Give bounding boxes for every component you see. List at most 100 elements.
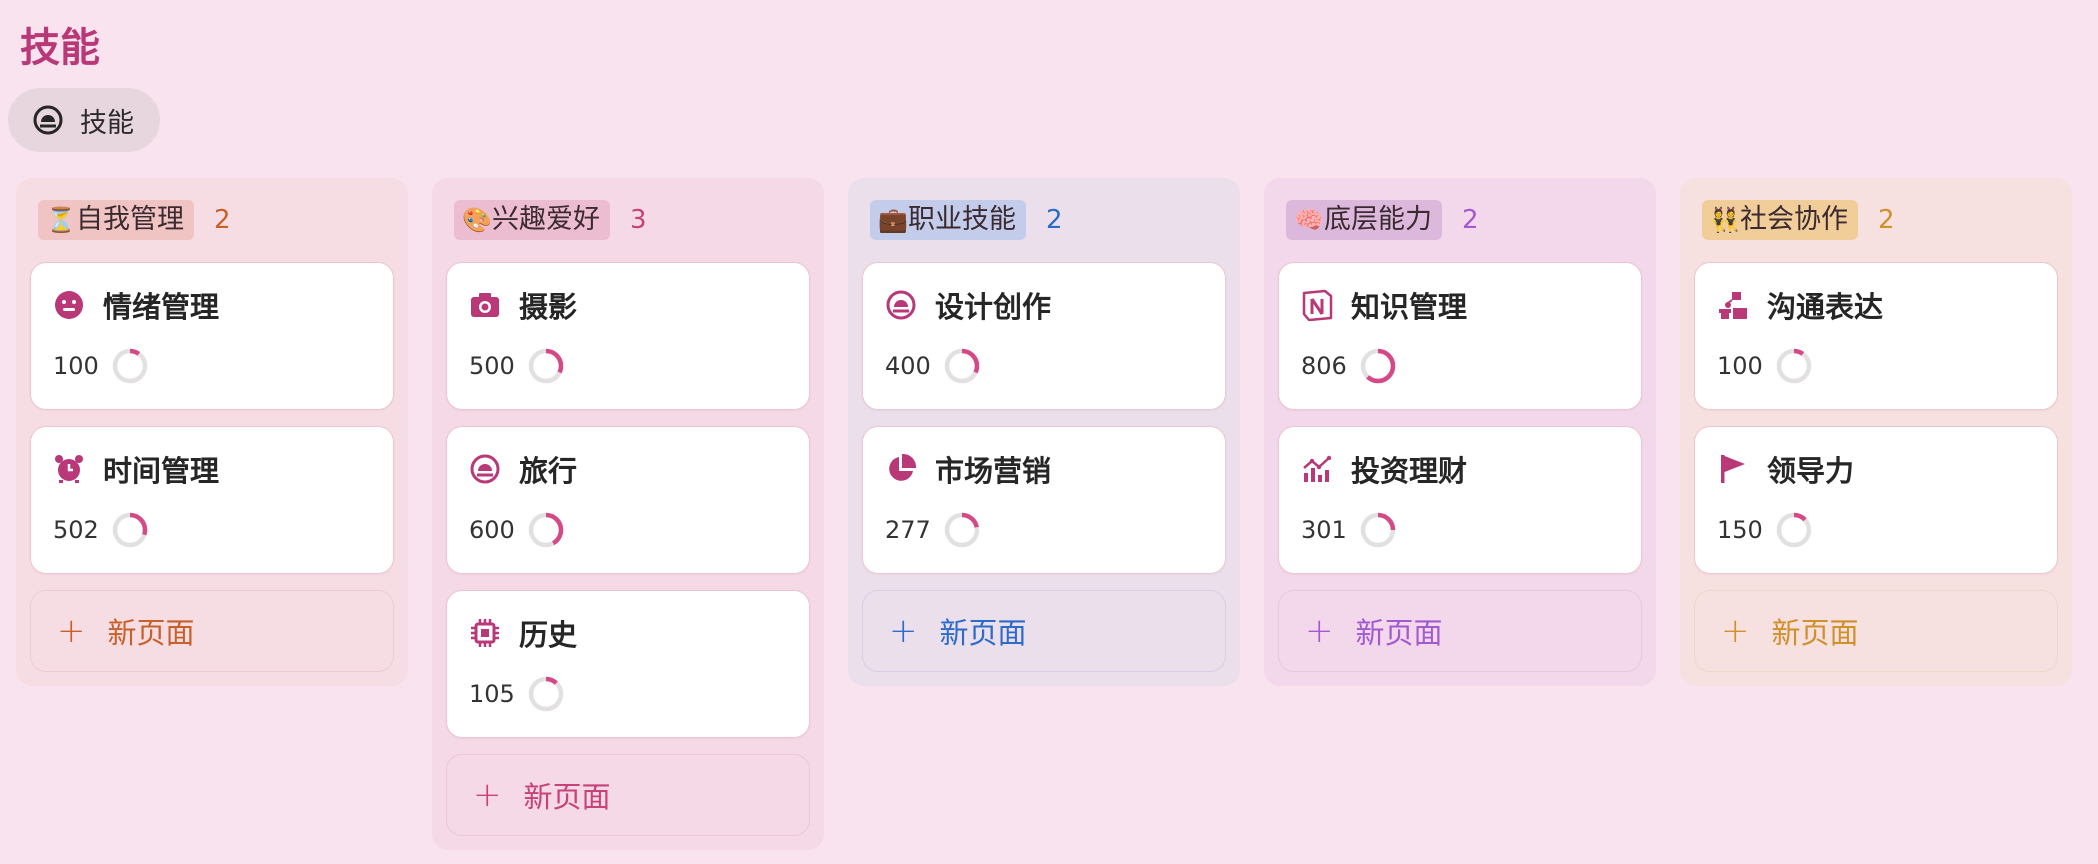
flag-icon (1721, 455, 1745, 483)
new-page-label: 新页面 (523, 780, 611, 814)
notion-logo-icon (1302, 289, 1333, 321)
card-value: 502 (53, 516, 99, 544)
podium-communication-icon (1719, 292, 1747, 319)
view-tab-label: 技能 (80, 107, 134, 139)
new-page-button[interactable]: + 新页面 (1694, 590, 2058, 672)
column-emoji: 🎨 (462, 206, 492, 234)
card-title-row: 时间管理 (53, 449, 369, 489)
alarm-clock-icon (55, 455, 83, 483)
card-title: 沟通表达 (1767, 290, 1884, 324)
progress-ring (1360, 348, 1396, 384)
card-title: 时间管理 (103, 454, 220, 488)
card-value: 500 (469, 352, 515, 380)
card-title-row: 市场营销 (885, 449, 1201, 489)
skill-card[interactable]: 市场营销 277 (862, 426, 1226, 574)
card-value-row: 100 (1717, 347, 2033, 385)
card-value-row: 105 (469, 675, 785, 713)
column-tag[interactable]: ⏳ 自我管理 (38, 200, 194, 240)
new-page-button[interactable]: + 新页面 (446, 754, 810, 836)
progress-ring (528, 512, 564, 548)
column-count: 2 (214, 205, 231, 235)
column-emoji: 🧠 (1294, 206, 1324, 234)
board-column-3: 💼 职业技能 2 设计创作 400 市场营销 277 + 新页面 (848, 178, 1240, 686)
card-value: 150 (1717, 516, 1763, 544)
column-header[interactable]: 🎨 兴趣爱好 3 (446, 178, 810, 262)
card-title-row: 领导力 (1717, 449, 2033, 489)
new-page-label: 新页面 (1355, 616, 1443, 650)
card-title-row: 情绪管理 (53, 285, 369, 325)
skill-card[interactable]: 投资理财 301 (1278, 426, 1642, 574)
new-page-label: 新页面 (939, 616, 1027, 650)
progress-ring (528, 676, 564, 712)
column-label: 底层能力 (1324, 204, 1432, 235)
card-title-row: 沟通表达 (1717, 285, 2033, 325)
card-value: 100 (1717, 352, 1763, 380)
progress-ring (944, 348, 980, 384)
column-header[interactable]: 👯 社会协作 2 (1694, 178, 2058, 262)
bar-chart-trend-icon (1303, 455, 1332, 482)
plus-icon: + (1305, 611, 1334, 651)
progress-ring (1776, 348, 1812, 384)
view-tab-skills[interactable]: 技能 (8, 88, 160, 152)
skill-card[interactable]: 历史 105 (446, 590, 810, 738)
design-gauge-icon (470, 454, 500, 484)
progress-ring (112, 512, 148, 548)
column-count: 3 (630, 205, 647, 235)
new-page-button[interactable]: + 新页面 (30, 590, 394, 672)
camera-icon (471, 293, 499, 317)
skill-card[interactable]: 摄影 500 (446, 262, 810, 410)
card-title-row: 知识管理 (1301, 285, 1617, 325)
column-emoji: ⏳ (46, 206, 76, 234)
card-value: 277 (885, 516, 931, 544)
column-label: 社会协作 (1740, 204, 1848, 235)
board-column-2: 🎨 兴趣爱好 3 摄影 500 旅行 600 历史 105 + 新页面 (432, 178, 824, 850)
board-column-5: 👯 社会协作 2 沟通表达 100 领导力 150 + 新页面 (1680, 178, 2072, 686)
card-title-row: 设计创作 (885, 285, 1201, 325)
card-value: 400 (885, 352, 931, 380)
progress-ring (944, 512, 980, 548)
new-page-button[interactable]: + 新页面 (1278, 590, 1642, 672)
card-title: 情绪管理 (103, 290, 220, 324)
skill-card[interactable]: 沟通表达 100 (1694, 262, 2058, 410)
card-value-row: 400 (885, 347, 1201, 385)
skill-card[interactable]: 设计创作 400 (862, 262, 1226, 410)
card-title: 知识管理 (1351, 290, 1468, 324)
new-page-button[interactable]: + 新页面 (862, 590, 1226, 672)
column-header[interactable]: ⏳ 自我管理 2 (30, 178, 394, 262)
column-count: 2 (1878, 205, 1895, 235)
column-label: 自我管理 (76, 204, 184, 235)
skill-card[interactable]: 知识管理 806 (1278, 262, 1642, 410)
column-emoji: 👯 (1710, 206, 1740, 234)
column-header[interactable]: 💼 职业技能 2 (862, 178, 1226, 262)
card-title: 历史 (519, 618, 578, 652)
skill-card[interactable]: 领导力 150 (1694, 426, 2058, 574)
card-value-row: 806 (1301, 347, 1617, 385)
card-title-row: 摄影 (469, 285, 785, 325)
card-title-row: 投资理财 (1301, 449, 1617, 489)
new-page-label: 新页面 (107, 616, 195, 650)
card-value-row: 600 (469, 511, 785, 549)
card-value: 100 (53, 352, 99, 380)
card-title: 设计创作 (935, 290, 1052, 324)
skill-card[interactable]: 旅行 600 (446, 426, 810, 574)
card-title: 投资理财 (1351, 454, 1468, 488)
column-tag[interactable]: 🎨 兴趣爱好 (454, 200, 610, 240)
progress-ring (112, 348, 148, 384)
plus-icon: + (473, 775, 502, 815)
new-page-label: 新页面 (1771, 616, 1859, 650)
skill-card[interactable]: 时间管理 502 (30, 426, 394, 574)
column-label: 职业技能 (908, 204, 1016, 235)
card-value-row: 301 (1301, 511, 1617, 549)
progress-ring (1360, 512, 1396, 548)
column-tag[interactable]: 👯 社会协作 (1702, 200, 1858, 240)
design-gauge-icon (33, 105, 63, 135)
skill-card[interactable]: 情绪管理 100 (30, 262, 394, 410)
column-count: 2 (1046, 205, 1063, 235)
column-tag[interactable]: 💼 职业技能 (870, 200, 1026, 240)
card-value: 806 (1301, 352, 1347, 380)
card-title-row: 旅行 (469, 449, 785, 489)
column-count: 2 (1462, 205, 1479, 235)
column-tag[interactable]: 🧠 底层能力 (1286, 200, 1442, 240)
card-title: 市场营销 (935, 454, 1052, 488)
column-header[interactable]: 🧠 底层能力 2 (1278, 178, 1642, 262)
